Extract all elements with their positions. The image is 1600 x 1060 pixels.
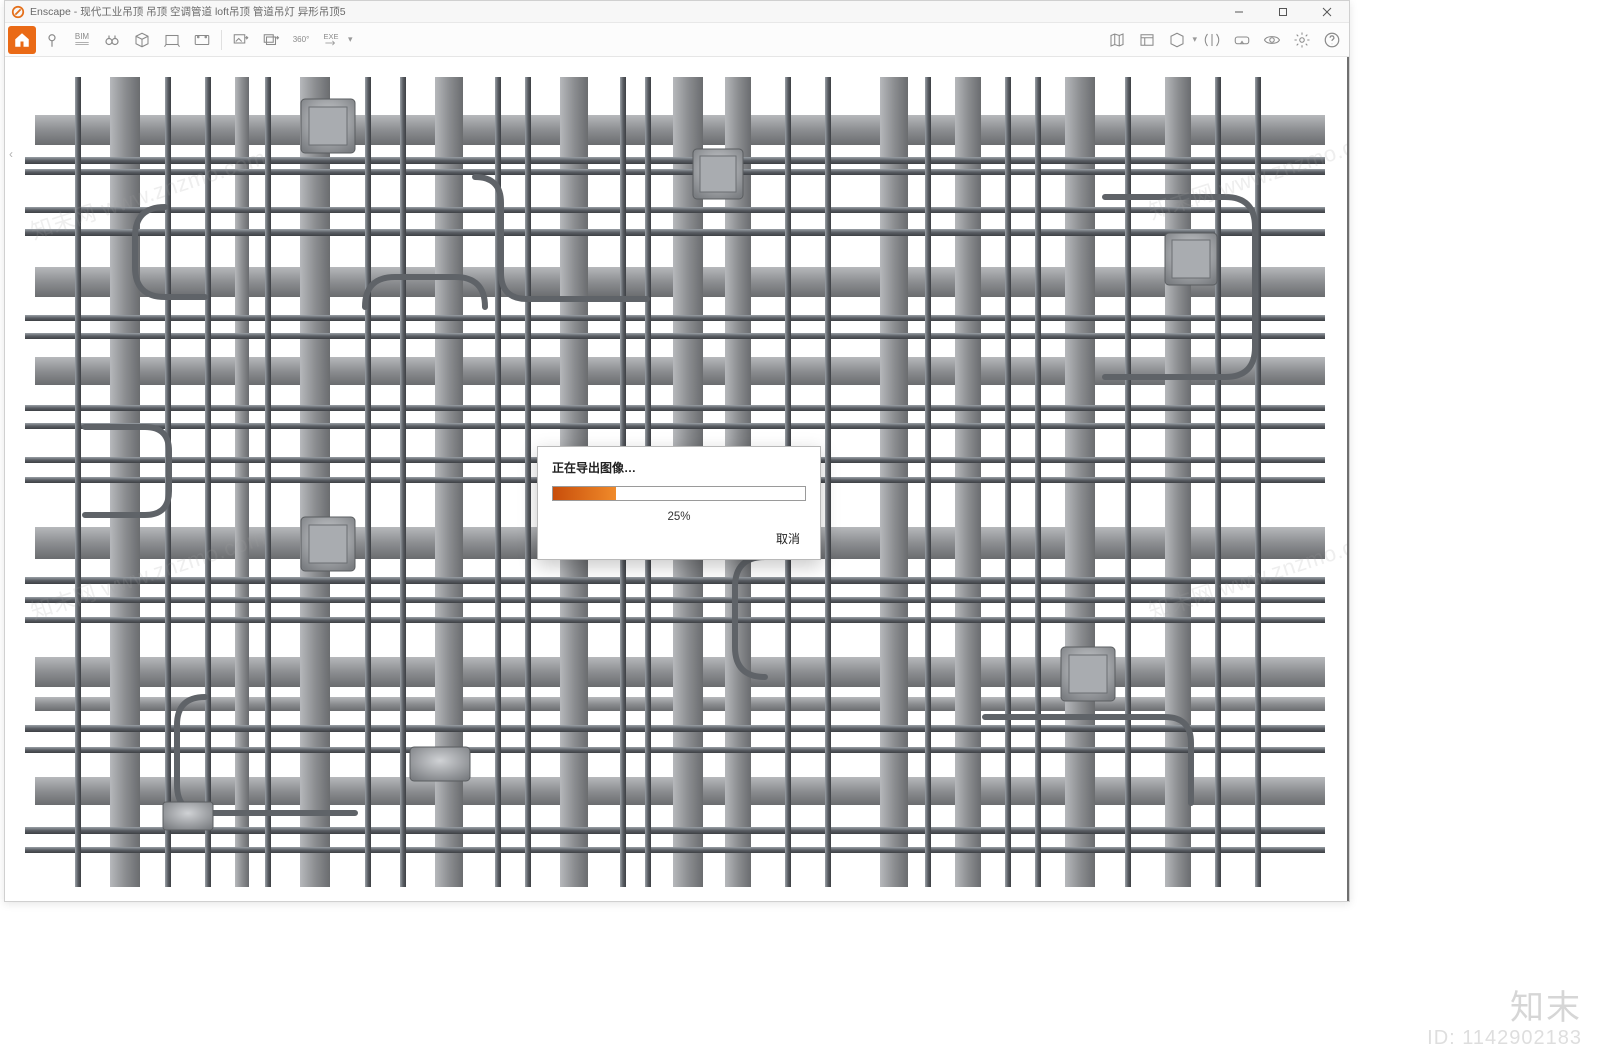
right-edge	[1347, 57, 1349, 901]
vr-icon[interactable]	[1228, 26, 1256, 54]
settings-icon[interactable]	[1288, 26, 1316, 54]
help-icon[interactable]	[1318, 26, 1346, 54]
pin-icon[interactable]	[38, 26, 66, 54]
export-exe-icon[interactable]: EXE	[317, 26, 345, 54]
asset-library-icon[interactable]	[1133, 26, 1161, 54]
minimize-button[interactable]	[1217, 1, 1261, 22]
export-progress-dialog: 正在导出图像… 25% 取消	[537, 446, 821, 560]
pano-360-icon[interactable]: 360°	[287, 26, 315, 54]
watermark-id: ID: 1142902183	[1427, 1027, 1582, 1050]
cube-icon[interactable]	[1163, 26, 1191, 54]
progress-percent-label: 25%	[552, 511, 806, 523]
window-title: Enscape - 现代工业吊顶 吊顶 空调管道 loft吊顶 管道吊灯 异形吊…	[30, 4, 1217, 19]
binoculars-icon[interactable]	[98, 26, 126, 54]
progress-bar	[552, 486, 806, 501]
export-image-icon[interactable]	[227, 26, 255, 54]
video-icon[interactable]	[188, 26, 216, 54]
main-toolbar: BIM 360° EXE ▾ ▾	[5, 23, 1349, 57]
visibility-icon[interactable]	[1258, 26, 1286, 54]
app-window: Enscape - 现代工业吊顶 吊顶 空调管道 loft吊顶 管道吊灯 异形吊…	[4, 0, 1350, 902]
close-button[interactable]	[1305, 1, 1349, 22]
app-logo-icon	[11, 5, 25, 19]
home-icon[interactable]	[8, 26, 36, 54]
window-controls	[1217, 1, 1349, 22]
render-viewport[interactable]: 知末网 www.znzmo.com 知末网 www.znzmo.com 知末网 …	[5, 57, 1349, 901]
cancel-button[interactable]: 取消	[770, 526, 806, 551]
bim-icon[interactable]: BIM	[68, 26, 96, 54]
image-watermark: 知末 ID: 1142902183	[1427, 980, 1582, 1050]
minimap-icon[interactable]	[1103, 26, 1131, 54]
title-bar[interactable]: Enscape - 现代工业吊顶 吊顶 空调管道 loft吊顶 管道吊灯 异形吊…	[5, 1, 1349, 23]
view-cube-icon[interactable]	[128, 26, 156, 54]
compare-icon[interactable]	[1198, 26, 1226, 54]
walkthrough-icon[interactable]	[158, 26, 186, 54]
watermark-brand: 知末	[1427, 980, 1582, 1029]
progress-fill	[553, 487, 616, 500]
maximize-button[interactable]	[1261, 1, 1305, 22]
panel-collapse-caret-icon[interactable]: ‹	[9, 147, 13, 161]
export-batch-icon[interactable]	[257, 26, 285, 54]
dialog-title: 正在导出图像…	[552, 459, 806, 476]
